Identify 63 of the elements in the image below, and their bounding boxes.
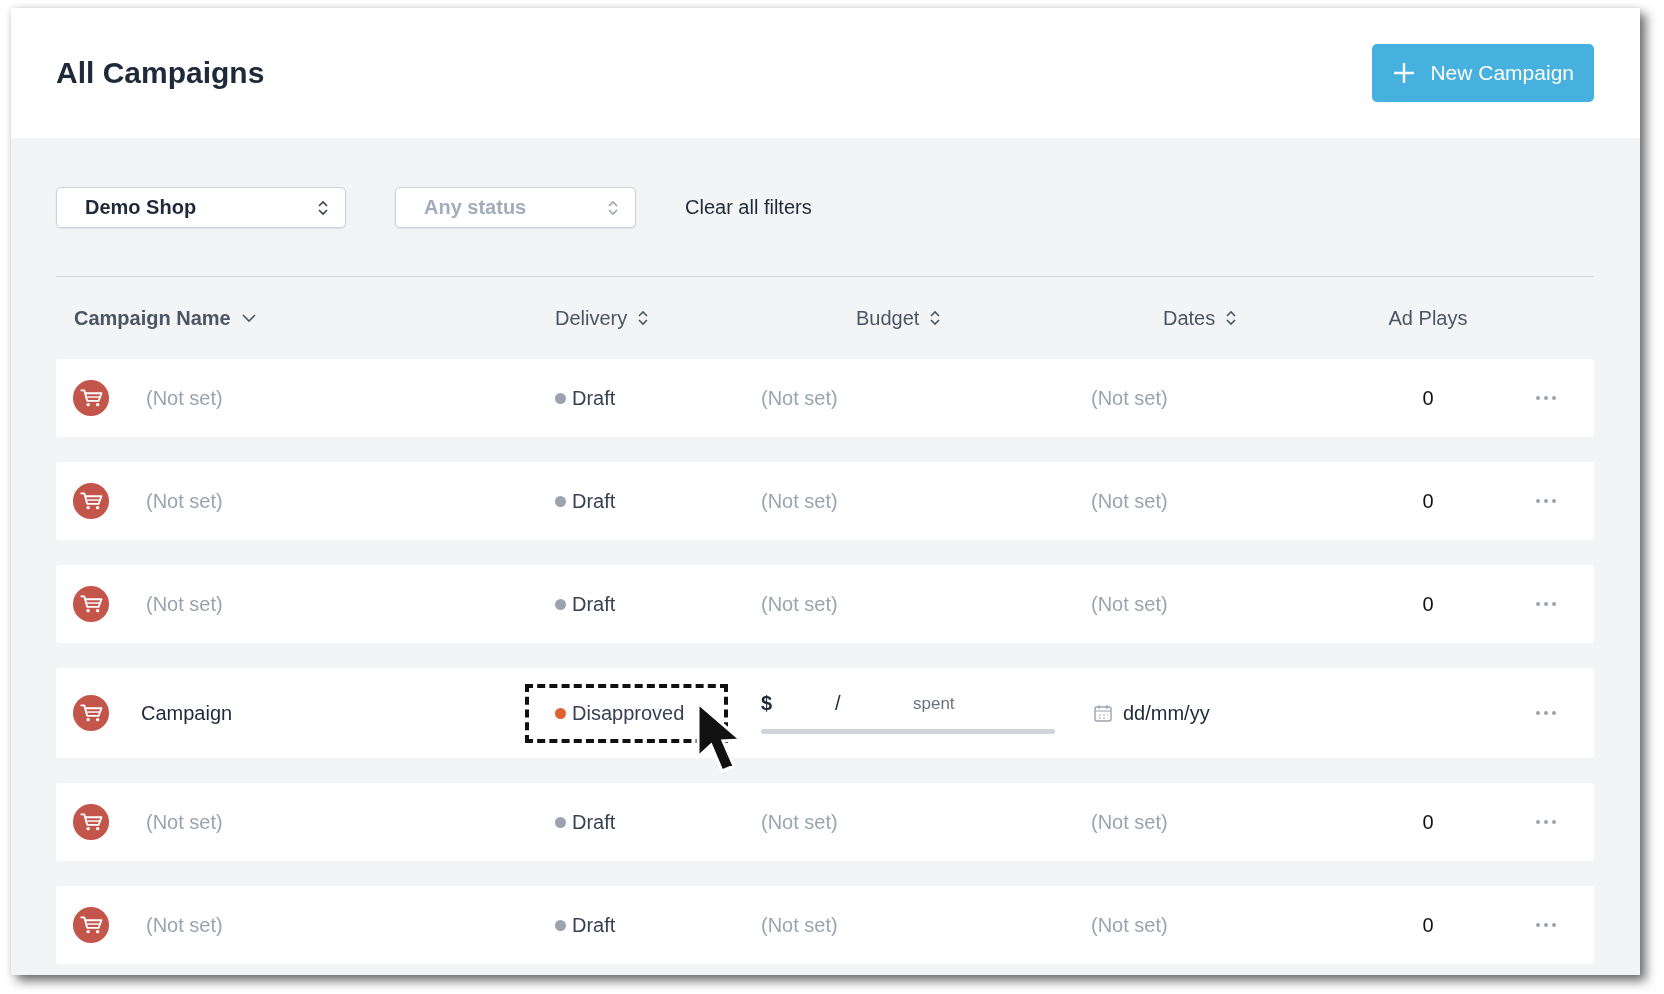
column-header[interactable]: Campaign Name bbox=[74, 306, 231, 330]
ad-plays-value: 0 bbox=[1422, 913, 1434, 937]
sort-icon[interactable] bbox=[637, 309, 650, 327]
cart-icon bbox=[72, 694, 110, 732]
budget-value: (Not set) bbox=[761, 489, 838, 512]
dates-value: (Not set) bbox=[1091, 592, 1168, 615]
page-title: All Campaigns bbox=[56, 56, 265, 90]
dates-value: (Not set) bbox=[1091, 913, 1168, 936]
ad-plays-value: 0 bbox=[1422, 489, 1434, 513]
campaign-row[interactable]: (Not set) Draft (Not set) (Not set) 0 bbox=[56, 783, 1594, 861]
campaign-row[interactable]: (Not set) Draft (Not set) (Not set) 0 bbox=[56, 462, 1594, 540]
delivery-status: Draft bbox=[572, 810, 616, 834]
campaign-row[interactable]: (Not set) Draft (Not set) (Not set) 0 bbox=[56, 886, 1594, 964]
ad-plays-value: 0 bbox=[1422, 386, 1434, 410]
campaign-name: (Not set) bbox=[146, 386, 224, 410]
chevron-down-icon[interactable] bbox=[240, 312, 257, 324]
cart-icon bbox=[72, 482, 110, 520]
cart-icon bbox=[72, 803, 110, 841]
budget-value: (Not set) bbox=[761, 386, 838, 409]
column-header[interactable]: Ad Plays bbox=[1388, 306, 1468, 330]
campaign-row[interactable]: (Not set) Draft (Not set) (Not set) 0 bbox=[56, 359, 1594, 437]
column-header[interactable]: Delivery bbox=[555, 306, 628, 330]
more-options-icon[interactable] bbox=[1535, 819, 1557, 825]
delivery-status: Draft bbox=[572, 592, 616, 616]
dates-value: (Not set) bbox=[1091, 810, 1168, 833]
dates-value: (Not set) bbox=[1091, 386, 1168, 409]
ad-plays-value: 0 bbox=[1422, 592, 1434, 616]
campaign-name: (Not set) bbox=[146, 810, 224, 834]
ad-plays-value: 0 bbox=[1422, 810, 1434, 834]
more-options-icon[interactable] bbox=[1535, 922, 1557, 928]
more-options-icon[interactable] bbox=[1535, 395, 1557, 401]
delivery-status: Disapproved bbox=[572, 701, 685, 725]
dates-value: (Not set) bbox=[1091, 489, 1168, 512]
delivery-status: Draft bbox=[572, 913, 616, 937]
delivery-status: Draft bbox=[572, 386, 616, 410]
plus-icon bbox=[1392, 61, 1417, 85]
more-options-icon[interactable] bbox=[1535, 601, 1557, 607]
campaign-name: (Not set) bbox=[146, 592, 224, 616]
filter-select[interactable]: Demo Shop bbox=[56, 187, 346, 228]
budget-value: (Not set) bbox=[761, 592, 838, 615]
currency-symbol: $ bbox=[761, 692, 773, 715]
more-options-icon[interactable] bbox=[1535, 498, 1557, 504]
campaign-name: (Not set) bbox=[146, 913, 224, 937]
spent-label: spent bbox=[913, 694, 955, 714]
calendar-icon[interactable] bbox=[1093, 703, 1113, 723]
campaign-row[interactable]: (Not set) Draft (Not set) (Not set) 0 bbox=[56, 565, 1594, 643]
campaign-name: Campaign bbox=[141, 701, 234, 725]
clear-filters-link[interactable]: Clear all filters bbox=[685, 196, 812, 219]
cart-icon bbox=[72, 379, 110, 417]
delivery-status: Draft bbox=[572, 489, 616, 513]
sort-icon[interactable] bbox=[1225, 309, 1238, 327]
budget-value: (Not set) bbox=[761, 913, 838, 936]
sort-icon[interactable] bbox=[929, 309, 942, 327]
more-options-icon[interactable] bbox=[1535, 710, 1557, 716]
column-header[interactable]: Budget bbox=[856, 306, 920, 330]
column-header[interactable]: Dates bbox=[1163, 306, 1216, 330]
budget-separator: / bbox=[835, 692, 841, 715]
cart-icon bbox=[72, 585, 110, 623]
sort-icon[interactable] bbox=[317, 198, 329, 217]
date-field[interactable]: dd/mm/yy bbox=[1123, 701, 1210, 725]
campaign-name: (Not set) bbox=[146, 489, 224, 513]
cart-icon bbox=[72, 906, 110, 944]
budget-value: (Not set) bbox=[761, 810, 838, 833]
